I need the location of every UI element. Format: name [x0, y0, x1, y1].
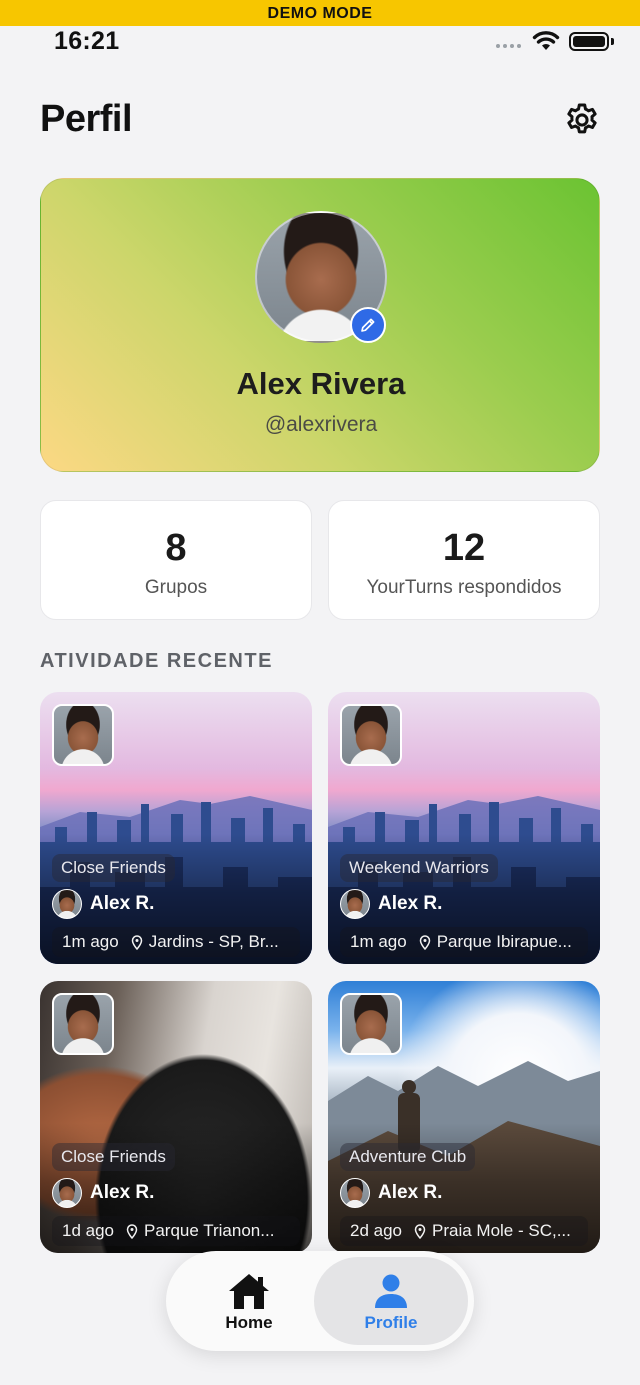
location-pin-icon — [414, 1223, 426, 1239]
person-icon — [375, 1274, 407, 1308]
status-bar: 16:21 — [0, 26, 640, 62]
activity-meta: 1d ago Parque Trianon... — [52, 1216, 300, 1246]
nav-label: Profile — [364, 1313, 418, 1332]
profile-name: Alex Rivera — [236, 366, 406, 401]
nav-label: Home — [225, 1313, 273, 1332]
group-badge: Weekend Warriors — [340, 854, 498, 882]
author-avatar-thumbnail — [52, 704, 114, 766]
bottom-nav: Home Profile — [166, 1251, 474, 1351]
stat-value: 12 — [442, 527, 486, 569]
avatar — [52, 889, 82, 919]
status-time: 16:21 — [54, 27, 120, 55]
stat-card-groups[interactable]: 8 Grupos — [40, 500, 312, 620]
nav-item-home[interactable]: Home — [172, 1257, 326, 1345]
location-pin-icon — [126, 1223, 138, 1239]
activity-author: Alex R. — [340, 1178, 442, 1208]
location-pin-icon — [131, 934, 142, 950]
activity-card[interactable]: Close Friends Alex R. 1d ago Parque Tria… — [40, 981, 312, 1253]
battery-icon — [569, 32, 609, 51]
activity-card[interactable]: Close Friends Alex R. 1m ago Jardins - S… — [40, 692, 312, 964]
page-title: Perfil — [40, 98, 133, 140]
stat-label: YourTurns respondidos — [366, 577, 562, 598]
group-badge: Close Friends — [52, 1143, 175, 1171]
avatar — [340, 1178, 370, 1208]
author-avatar-thumbnail — [340, 704, 402, 766]
author-avatar-thumbnail — [340, 993, 402, 1055]
activity-card[interactable]: Adventure Club Alex R. 2d ago Praia Mole… — [328, 981, 600, 1253]
group-badge: Adventure Club — [340, 1143, 476, 1171]
stat-value: 8 — [165, 527, 187, 569]
activity-author: Alex R. — [340, 889, 442, 919]
stat-card-yourturns[interactable]: 12 YourTurns respondidos — [328, 500, 600, 620]
gear-icon[interactable] — [563, 101, 601, 139]
demo-mode-banner: DEMO MODE — [0, 0, 640, 26]
activity-meta: 1m ago Jardins - SP, Br... — [52, 927, 300, 957]
activity-card[interactable]: Weekend Warriors Alex R. 1m ago Parque I… — [328, 692, 600, 964]
activity-meta: 2d ago Praia Mole - SC,... — [340, 1216, 588, 1246]
location-pin-icon — [419, 934, 430, 950]
cellular-signal-icon — [496, 44, 521, 48]
group-badge: Close Friends — [52, 854, 175, 882]
profile-card: Alex Rivera @alexrivera — [40, 178, 600, 472]
section-title-recent-activity: ATIVIDADE RECENTE — [40, 650, 273, 672]
avatar — [340, 889, 370, 919]
activity-author: Alex R. — [52, 889, 154, 919]
profile-handle: @alexrivera — [264, 413, 378, 436]
home-icon — [229, 1274, 269, 1309]
wifi-icon — [532, 31, 560, 50]
pencil-icon — [361, 318, 375, 332]
avatar — [52, 1178, 82, 1208]
nav-item-profile[interactable]: Profile — [314, 1257, 468, 1345]
activity-author: Alex R. — [52, 1178, 154, 1208]
author-avatar-thumbnail — [52, 993, 114, 1055]
activity-meta: 1m ago Parque Ibirapue... — [340, 927, 588, 957]
stat-label: Grupos — [144, 577, 208, 598]
edit-avatar-button[interactable] — [350, 307, 386, 343]
